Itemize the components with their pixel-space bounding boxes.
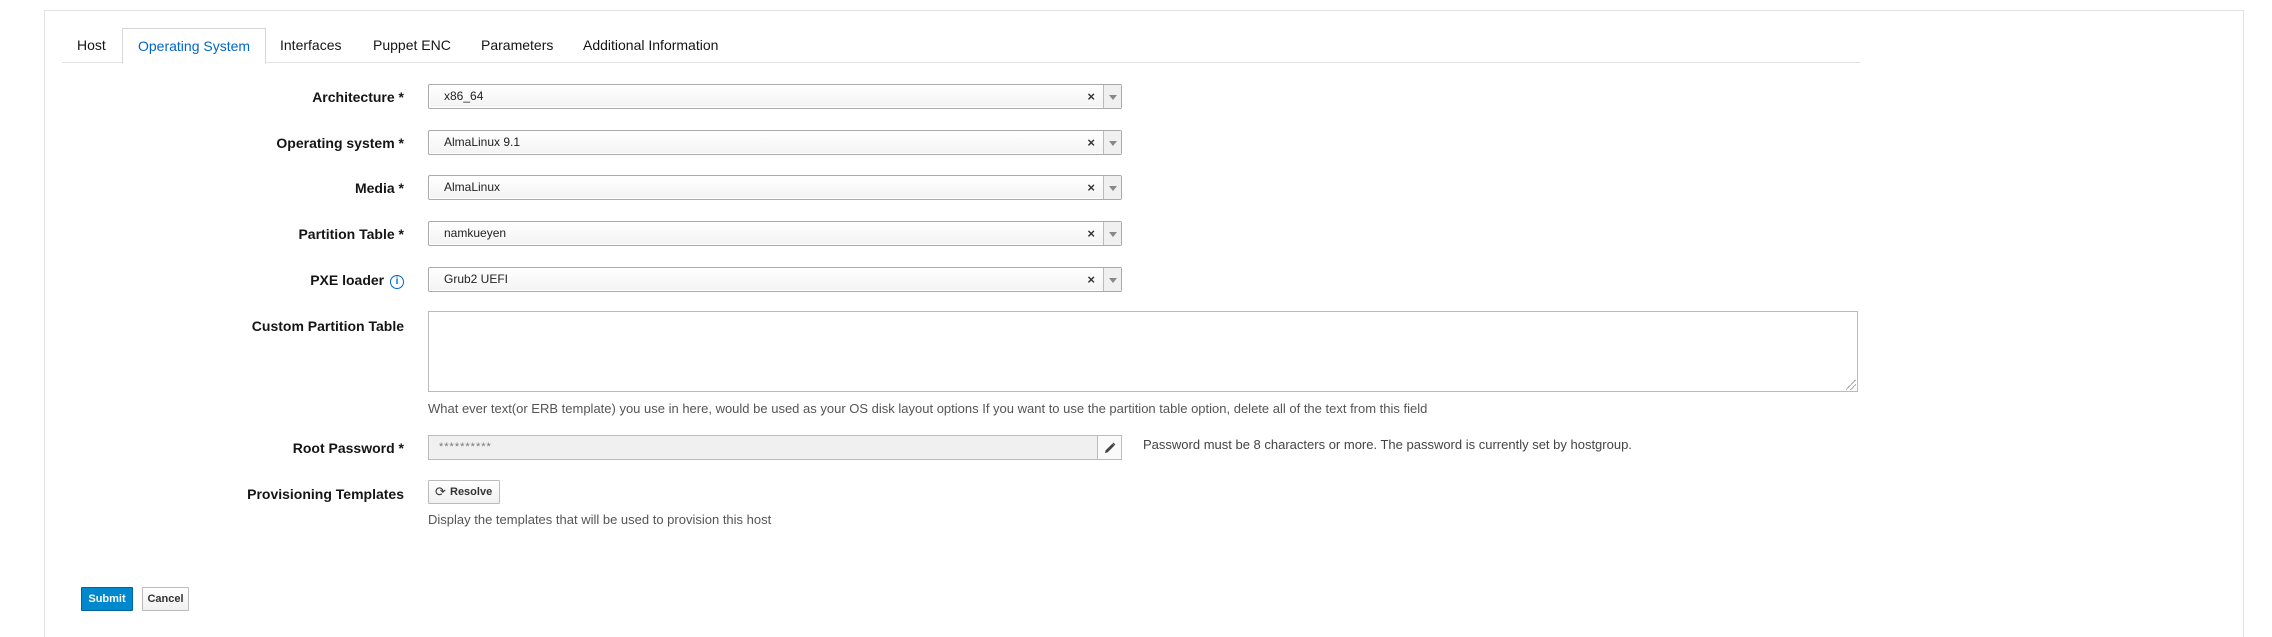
tab-additional-information[interactable]: Additional Information	[583, 28, 718, 63]
media-label: Media *	[354, 180, 404, 196]
tab-bar: Host Operating System Interfaces Puppet …	[62, 28, 1860, 64]
chevron-down-icon[interactable]	[1103, 222, 1121, 245]
clear-icon[interactable]: ×	[1087, 85, 1095, 109]
partition-table-label: Partition Table *	[298, 226, 404, 242]
clear-icon[interactable]: ×	[1087, 222, 1095, 246]
chevron-down-icon[interactable]	[1103, 268, 1121, 291]
root-password-label: Root Password *	[292, 440, 404, 456]
cancel-button[interactable]: Cancel	[142, 587, 189, 611]
pxe-loader-label: PXE loader i	[310, 272, 404, 289]
custom-partition-table-label: Custom Partition Table	[251, 318, 404, 334]
operating-system-value: AlmaLinux 9.1	[444, 135, 521, 149]
partition-table-select[interactable]: namkueyen ×	[428, 221, 1122, 246]
custom-partition-table-textarea[interactable]	[428, 311, 1858, 392]
media-value: AlmaLinux	[444, 180, 501, 194]
clear-icon[interactable]: ×	[1087, 176, 1095, 200]
pencil-icon	[1105, 442, 1116, 453]
clear-icon[interactable]: ×	[1087, 131, 1095, 155]
architecture-select[interactable]: x86_64 ×	[428, 84, 1122, 109]
tab-puppet-enc[interactable]: Puppet ENC	[373, 28, 451, 63]
architecture-label: Architecture *	[312, 89, 404, 105]
pxe-loader-value: Grub2 UEFI	[444, 272, 509, 286]
edit-password-button[interactable]	[1097, 435, 1122, 460]
resize-handle-icon[interactable]	[1846, 380, 1856, 390]
chevron-down-icon[interactable]	[1103, 85, 1121, 108]
chevron-down-icon[interactable]	[1103, 176, 1121, 199]
root-password-help: Password must be 8 characters or more. T…	[1143, 437, 1632, 452]
operating-system-label: Operating system *	[276, 135, 404, 151]
architecture-value: x86_64	[444, 89, 484, 103]
provisioning-templates-help: Display the templates that will be used …	[428, 512, 772, 527]
root-password-field[interactable]: **********	[428, 435, 1122, 460]
pxe-loader-select[interactable]: Grub2 UEFI ×	[428, 267, 1122, 292]
operating-system-select[interactable]: AlmaLinux 9.1 ×	[428, 130, 1122, 155]
pxe-loader-label-text: PXE loader	[310, 272, 385, 288]
root-password-value: **********	[439, 441, 492, 453]
resolve-button-label: Resolve	[450, 486, 493, 498]
chevron-down-icon[interactable]	[1103, 131, 1121, 154]
tab-parameters[interactable]: Parameters	[481, 28, 553, 63]
media-select[interactable]: AlmaLinux ×	[428, 175, 1122, 200]
clear-icon[interactable]: ×	[1087, 268, 1095, 292]
tab-host[interactable]: Host	[77, 28, 106, 63]
info-circle-icon[interactable]: i	[390, 275, 404, 289]
custom-partition-table-help: What ever text(or ERB template) you use …	[428, 401, 1428, 416]
provisioning-templates-label: Provisioning Templates	[247, 486, 404, 502]
resolve-button[interactable]: ⟳ Resolve	[428, 480, 500, 504]
tab-interfaces[interactable]: Interfaces	[280, 28, 341, 63]
partition-table-value: namkueyen	[444, 226, 507, 240]
refresh-icon: ⟳	[435, 484, 446, 499]
submit-button[interactable]: Submit	[81, 587, 133, 611]
tab-operating-system[interactable]: Operating System	[122, 28, 267, 64]
